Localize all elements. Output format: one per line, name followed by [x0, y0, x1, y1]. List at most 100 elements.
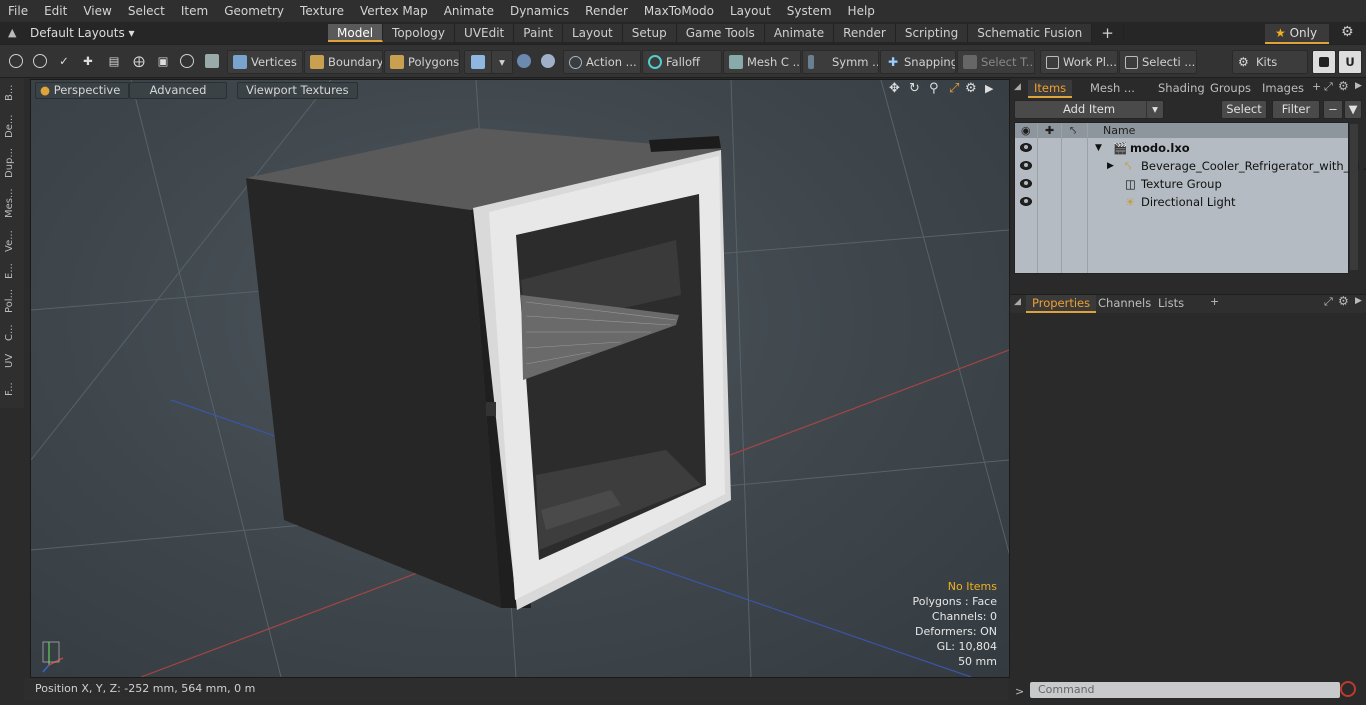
layout-selector[interactable]: Default Layouts ▾	[30, 22, 135, 44]
viewport-advanced-button[interactable]: Advanced	[129, 82, 227, 99]
menu-item[interactable]: Item	[173, 0, 216, 22]
tab-animate[interactable]: Animate	[764, 24, 835, 42]
snap-square-button[interactable]: ▣	[153, 50, 173, 72]
rotate-view-icon[interactable]: ↻	[909, 81, 920, 96]
menu-dynamics[interactable]: Dynamics	[502, 0, 577, 22]
tab-paint[interactable]: Paint	[514, 24, 563, 42]
menu-animate[interactable]: Animate	[436, 0, 502, 22]
list-item-directional-light[interactable]: ☀ Directional Light	[1015, 193, 1348, 211]
unreal-button[interactable]: U	[1338, 50, 1362, 74]
panel-more-icon[interactable]: ▶	[1355, 81, 1362, 91]
menu-render[interactable]: Render	[577, 0, 636, 22]
funnel-button[interactable]: ▼	[1344, 100, 1362, 119]
eye-icon[interactable]	[1020, 179, 1032, 188]
tab-game-tools[interactable]: Game Tools	[676, 24, 765, 42]
list-item-texture-group[interactable]: ◫ Texture Group	[1015, 175, 1348, 193]
expand-arrow-icon[interactable]: ▶	[1107, 157, 1114, 175]
align-button[interactable]: ▤	[104, 50, 124, 72]
vertices-button[interactable]: Vertices	[227, 50, 303, 74]
expand-panel-icon[interactable]: ⤢	[1324, 80, 1333, 94]
tab-channels[interactable]: Channels	[1092, 295, 1157, 311]
viewport-gear-icon[interactable]: ⚙	[965, 81, 977, 96]
eye-icon[interactable]	[1020, 143, 1032, 152]
add-tab-button[interactable]: +	[1092, 24, 1124, 42]
filter-button[interactable]: Filter	[1272, 100, 1320, 119]
record-icon[interactable]	[1340, 681, 1356, 697]
menu-help[interactable]: Help	[840, 0, 883, 22]
menu-texture[interactable]: Texture	[292, 0, 352, 22]
left-tab-vertex[interactable]: Ve...	[4, 226, 20, 256]
boundary-button[interactable]: Boundary	[304, 50, 383, 74]
zoom-view-icon[interactable]: ⚲	[929, 81, 939, 96]
maximize-view-icon[interactable]: ⤢	[949, 81, 959, 96]
tab-scripting[interactable]: Scripting	[895, 24, 969, 42]
item-list-scrollbar[interactable]	[1350, 124, 1358, 270]
menu-vertex-map[interactable]: Vertex Map	[352, 0, 436, 22]
list-item-scene[interactable]: ▼ 🎬 modo.lxo	[1015, 139, 1348, 157]
snapping-button[interactable]: ✚ Snapping	[880, 50, 956, 74]
viewport-perspective-button[interactable]: ● Perspective	[35, 82, 130, 99]
brush-button[interactable]: ✚	[78, 50, 98, 72]
left-tab-uv[interactable]: UV	[4, 350, 20, 372]
tab-topology[interactable]: Topology	[383, 24, 456, 42]
tab-schematic-fusion[interactable]: Schematic Fusion	[968, 24, 1093, 42]
menu-maxtomodo[interactable]: MaxToModo	[636, 0, 722, 22]
collapse-arrow-icon[interactable]: ▼	[1095, 139, 1102, 157]
symmetry-button[interactable]: Symm ...	[802, 50, 879, 74]
left-tab-duplicate[interactable]: Dup...	[4, 146, 20, 180]
select-through-button[interactable]: Select T...	[957, 50, 1035, 74]
select-circle-button[interactable]	[6, 50, 26, 72]
tab-model[interactable]: Model	[328, 24, 384, 42]
list-item-mesh[interactable]: ▶ ⤣ Beverage_Cooler_Refrigerator_with_M …	[1015, 157, 1366, 175]
viewport-more-icon[interactable]: ▶	[985, 82, 993, 95]
add-item-dropdown[interactable]: ▾	[1146, 100, 1164, 119]
action-center-button[interactable]: Action ...	[563, 50, 641, 74]
rotate-button[interactable]	[177, 50, 197, 72]
expand-panel-icon[interactable]: ⤢	[1324, 295, 1333, 309]
collapse-button[interactable]: −	[1323, 100, 1343, 119]
menu-file[interactable]: File	[0, 0, 36, 22]
tab-shading[interactable]: Shading	[1152, 80, 1211, 96]
panel-gear-icon[interactable]: ⚙	[1338, 79, 1349, 93]
select-button[interactable]: Select	[1221, 100, 1267, 119]
panel-gear-icon[interactable]: ⚙	[1338, 294, 1349, 308]
polygons-button[interactable]: Polygons	[384, 50, 460, 74]
add-tab-icon[interactable]: +	[1210, 295, 1219, 308]
left-tab-polygon[interactable]: Pol...	[4, 286, 20, 316]
pen-button[interactable]: ✓	[54, 50, 74, 72]
menu-layout[interactable]: Layout	[722, 0, 779, 22]
add-tab-icon[interactable]: +	[1312, 80, 1321, 93]
material-button[interactable]	[464, 50, 492, 74]
globe-button[interactable]	[30, 50, 50, 72]
left-tab-deform[interactable]: De...	[4, 112, 20, 140]
tab-groups[interactable]: Groups	[1204, 80, 1257, 96]
material-dropdown[interactable]: ▾	[491, 50, 513, 74]
3d-viewport[interactable]: ● Perspective Advanced Viewport Textures…	[30, 79, 1010, 678]
left-tab-curve[interactable]: C...	[4, 322, 20, 344]
menu-geometry[interactable]: Geometry	[216, 0, 292, 22]
eye-icon[interactable]	[1020, 161, 1032, 170]
layout-up-icon[interactable]: ▲	[8, 26, 16, 39]
tab-lists[interactable]: Lists	[1152, 295, 1190, 311]
left-tab-edge[interactable]: E...	[4, 260, 20, 282]
selection-sets-button[interactable]: Selecti ...	[1119, 50, 1197, 74]
only-toggle[interactable]: ★ Only	[1265, 24, 1329, 44]
menu-system[interactable]: System	[779, 0, 840, 22]
symmetry-shield-button[interactable]	[514, 50, 534, 72]
work-plane-button[interactable]: Work Pl...	[1040, 50, 1118, 74]
add-item-button[interactable]: Add Item	[1014, 100, 1164, 119]
settings-shield-button[interactable]	[538, 50, 558, 72]
tab-images[interactable]: Images	[1256, 80, 1310, 96]
mesh-constraint-button[interactable]: Mesh C ...	[723, 50, 801, 74]
transform-button[interactable]: ⨁	[129, 50, 149, 72]
menu-select[interactable]: Select	[120, 0, 173, 22]
gear-icon[interactable]: ⚙	[1341, 24, 1354, 40]
tab-properties[interactable]: Properties	[1026, 295, 1097, 313]
menu-edit[interactable]: Edit	[36, 0, 75, 22]
left-tab-mesh-edit[interactable]: Mes...	[4, 186, 20, 220]
tab-render[interactable]: Render	[834, 24, 896, 42]
command-input[interactable]: Command	[1030, 682, 1340, 698]
tab-mesh[interactable]: Mesh ...	[1084, 80, 1141, 96]
tab-uvedit[interactable]: UVEdit	[455, 24, 515, 42]
viewport-textures-button[interactable]: Viewport Textures	[237, 82, 358, 99]
